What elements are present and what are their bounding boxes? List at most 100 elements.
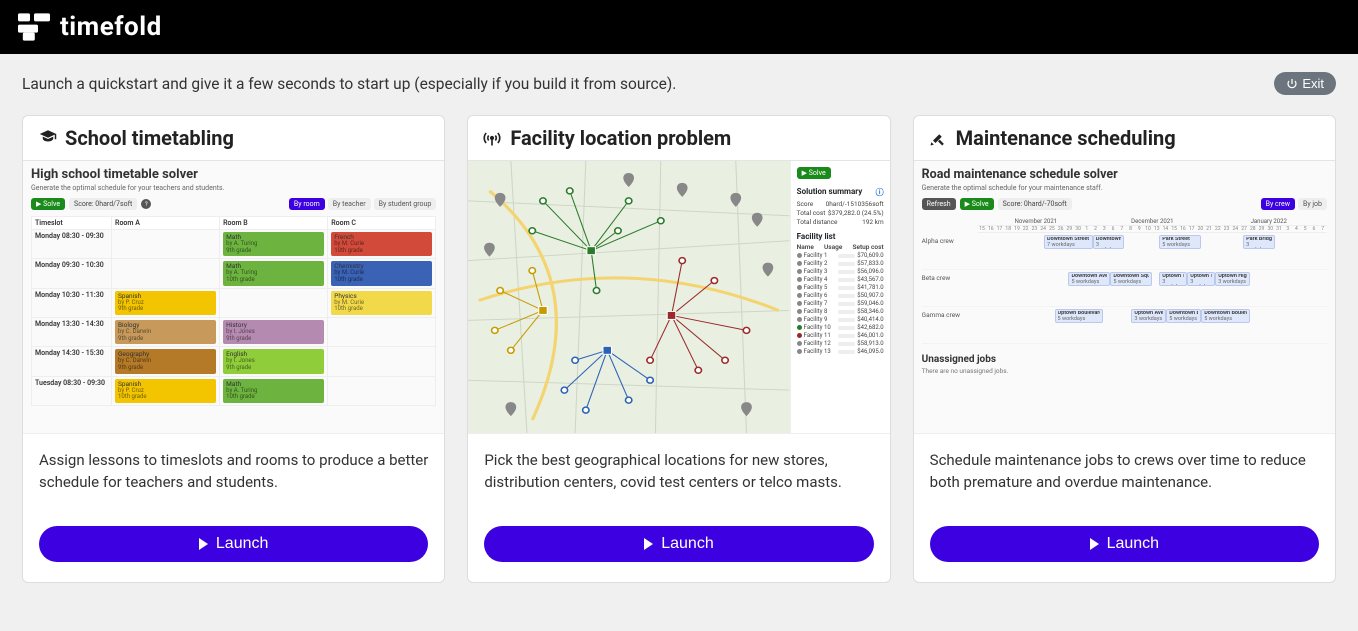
timetable-cell: Chemistryby M. Curie10th grade [328, 259, 436, 288]
timetable-cell [220, 288, 328, 317]
facility-row[interactable]: Facility 3$56,096.0 [797, 268, 884, 275]
lesson-block[interactable]: Spanishby P. Cruz9th grade [115, 291, 216, 315]
timeslot-cell: Monday 10:30 - 11:30 [32, 288, 112, 317]
launch-button[interactable]: Launch [484, 526, 873, 562]
timeslot-cell: Monday 09:30 - 10:30 [32, 259, 112, 288]
gantt-task[interactable]: Park Street5 workdaysPark [1159, 235, 1201, 249]
timeslot-cell: Tuesday 08:30 - 09:30 [32, 376, 112, 405]
gantt-day: 30 [1266, 226, 1275, 232]
gantt-task[interactable]: Downtown Bridge3 workdaysSubway [1093, 235, 1124, 249]
gantt-task[interactable]: Uptown Tunnel3 workdaysUptown [1159, 272, 1187, 286]
facility-row[interactable]: Facility 7$59,046.0 [797, 300, 884, 307]
power-icon [1286, 78, 1298, 90]
lesson-block[interactable]: Biologyby C. Darwin9th grade [115, 320, 216, 344]
facility-list-title: Facility list [797, 232, 884, 241]
facility-row[interactable]: Facility 5$41,781.0 [797, 284, 884, 291]
info-icon[interactable]: ⓘ [876, 187, 884, 198]
facility-row[interactable]: Facility 1$70,609.0 [797, 252, 884, 259]
gantt-task[interactable]: Downtown Boulevard5 workdaysSubway [1201, 309, 1250, 323]
card-title: Maintenance scheduling [956, 126, 1176, 150]
brand: timefold [18, 12, 162, 42]
thumb-title: High school timetable solver [31, 167, 436, 182]
launch-button[interactable]: Launch [930, 526, 1319, 562]
gantt-task[interactable]: Uptown Highway3 workdaysUptown [1215, 272, 1250, 286]
lesson-block[interactable]: Historyby I. Jones9th grade [223, 320, 324, 344]
tab-by-crew[interactable]: By crew [1261, 198, 1295, 210]
dist-label: Total distance [797, 218, 838, 226]
gantt-task[interactable]: Uptown Boulevard5 workdaysUptown [1055, 309, 1104, 323]
gantt-day: 15 [978, 226, 987, 232]
timetable-cell [328, 347, 436, 376]
facility-row[interactable]: Facility 9$40,414.0 [797, 316, 884, 323]
launch-label: Launch [216, 535, 269, 553]
gantt-day: 29 [1257, 226, 1266, 232]
gantt-task[interactable]: Downtown Square5 workdaysDowntown [1110, 272, 1152, 286]
gantt-row: Gamma crewUptown Boulevard5 workdaysUpto… [922, 307, 1327, 344]
gantt-task[interactable]: Downtown Boulevard5 workdaysDowntown [1166, 309, 1201, 323]
score-value: 0hard/-1510356soft [826, 200, 884, 208]
lesson-block[interactable]: Chemistryby M. Curie10th grade [331, 261, 432, 285]
lesson-block[interactable]: Frenchby M. Curie10th grade [331, 232, 432, 256]
timetable-cell [112, 259, 220, 288]
lesson-block[interactable]: Mathby A. Turing10th grade [223, 379, 324, 403]
timetable-grid: TimeslotRoom ARoom BRoom CMonday 08:30 -… [31, 216, 436, 406]
gantt-day: 22 [1021, 226, 1030, 232]
lesson-block[interactable]: Physicsby M. Curie10th grade [331, 291, 432, 315]
exit-button[interactable]: Exit [1274, 72, 1336, 95]
gantt-day: 7 [1117, 226, 1126, 232]
lesson-block[interactable]: Mathby A. Turing9th grade [223, 232, 324, 256]
help-icon[interactable]: ? [141, 199, 151, 209]
launch-label: Launch [661, 535, 714, 553]
tools-icon [928, 128, 948, 148]
facility-row[interactable]: Facility 2$57,833.0 [797, 260, 884, 267]
cost-value: $379,282.0 (24.5%) [828, 209, 884, 217]
solve-button[interactable]: ▶ Solve [31, 198, 65, 210]
card-desc: Pick the best geographical locations for… [468, 434, 889, 504]
lesson-block[interactable]: Geographyby C. Darwin9th grade [115, 349, 216, 373]
lesson-block[interactable]: Englishby I. Jones9th grade [223, 349, 324, 373]
gantt-day: 2 [1091, 226, 1100, 232]
solve-button[interactable]: ▶ Solve [797, 167, 831, 179]
card-thumbnail: Road maintenance schedule solver Generat… [914, 161, 1335, 434]
gantt-day: 1 [1082, 226, 1091, 232]
card-thumbnail: High school timetable solver Generate th… [23, 161, 444, 434]
facility-row[interactable]: Facility 13$46,095.0 [797, 348, 884, 355]
facility-row[interactable]: Facility 12$58,913.0 [797, 340, 884, 347]
launch-button[interactable]: Launch [39, 526, 428, 562]
timetable-column-header: Room A [112, 217, 220, 230]
lesson-block[interactable]: Spanishby P. Cruz10th grade [115, 379, 216, 403]
tab-by-student-group[interactable]: By student group [374, 198, 437, 210]
timetable-cell: Physicsby M. Curie10th grade [328, 288, 436, 317]
facility-row[interactable]: Facility 8$58,346.0 [797, 308, 884, 315]
unassigned-title: Unassigned jobs [922, 354, 1327, 365]
facility-row[interactable]: Facility 11$46,001.0 [797, 332, 884, 339]
timetable-cell: Spanishby P. Cruz9th grade [112, 288, 220, 317]
gantt-day: 4 [1292, 226, 1301, 232]
gantt-task[interactable]: Uptown Ave3 workdaysUptown [1131, 309, 1166, 323]
tab-by-job[interactable]: By job [1298, 198, 1327, 210]
app-header: timefold [0, 0, 1358, 54]
gantt-task[interactable]: Downtown Ave5 workdaysDowntown [1068, 272, 1110, 286]
facility-row[interactable]: Facility 6$50,907.0 [797, 292, 884, 299]
gantt-day: 7 [1318, 226, 1327, 232]
tab-by-teacher[interactable]: By teacher [328, 198, 371, 210]
map-canvas[interactable] [468, 161, 789, 433]
gantt-task[interactable]: Downtown Street7 workdaysDowntown [1044, 235, 1093, 249]
gantt-chart: November 2021December 2021January 2022 1… [922, 218, 1327, 344]
graduation-cap-icon [37, 128, 57, 148]
col-cost: Setup cost [852, 243, 883, 251]
card-school-timetabling: School timetabling High school timetable… [22, 115, 445, 583]
refresh-button[interactable]: Refresh [922, 198, 956, 210]
gantt-task[interactable]: Uptown Tunnel3 workdaysUptown [1187, 272, 1215, 286]
lesson-block[interactable]: Mathby A. Turing10th grade [223, 261, 324, 285]
facility-row[interactable]: Facility 10$42,682.0 [797, 324, 884, 331]
tab-by-room[interactable]: By room [289, 198, 325, 210]
facility-row[interactable]: Facility 4$43,567.0 [797, 276, 884, 283]
gantt-task[interactable]: Park Bridge3 workdaysPark [1243, 235, 1274, 249]
solve-button[interactable]: ▶ Solve [960, 198, 994, 210]
timetable-cell: Englishby I. Jones9th grade [220, 347, 328, 376]
gantt-day: 18 [1004, 226, 1013, 232]
map-side-panel: ▶ Solve Solution summaryⓘ Score0hard/-15… [790, 161, 890, 433]
gantt-day: 24 [1039, 226, 1048, 232]
cost-label: Total cost [797, 209, 826, 217]
